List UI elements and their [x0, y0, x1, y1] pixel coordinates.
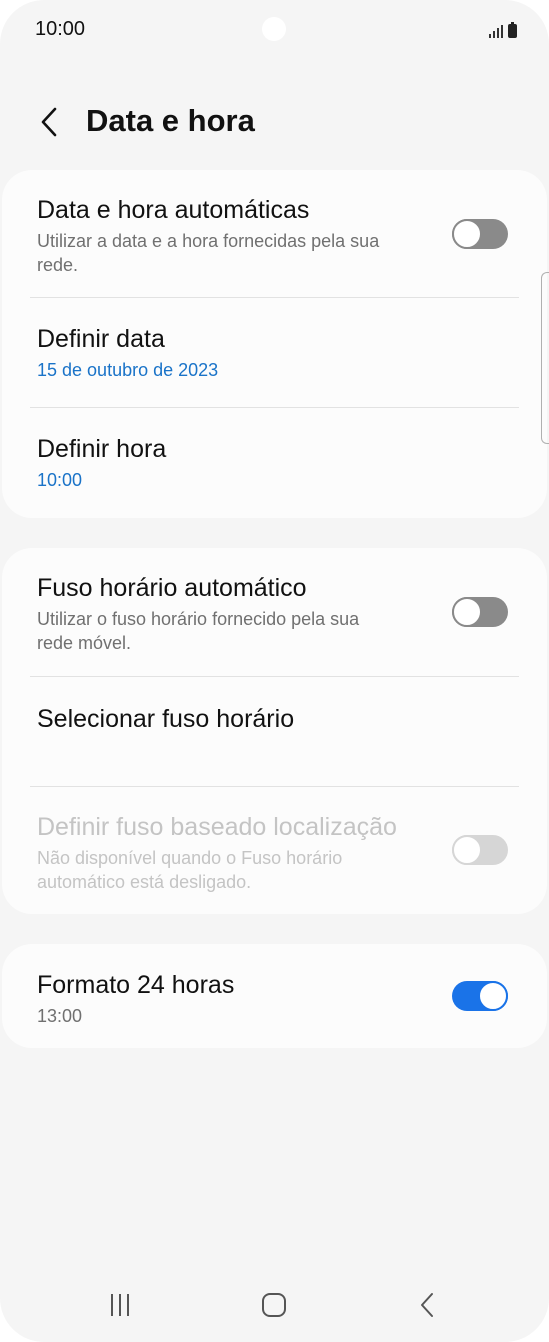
back-icon [421, 1293, 433, 1317]
navigation-bar [0, 1280, 549, 1330]
location-timezone-subtitle-line2: automático está desligado. [37, 872, 252, 892]
set-date-title: Definir data [37, 325, 165, 353]
camera-cutout [262, 17, 286, 41]
set-time-title: Definir hora [37, 435, 167, 463]
format-card: Formato 24 horas 13:00 [2, 944, 547, 1048]
toggle-knob [452, 597, 482, 627]
page-title: Data e hora [86, 103, 255, 138]
auto-timezone-subtitle-line2: rede móvel. [37, 633, 132, 653]
format-24h-toggle[interactable] [452, 981, 508, 1011]
auto-datetime-subtitle-line1: Utilizar a data e a hora fornecidas pela… [37, 231, 380, 251]
toggle-knob [452, 835, 482, 865]
select-timezone-title: Selecionar fuso horário [37, 705, 295, 733]
toggle-knob [452, 219, 482, 249]
recents-button[interactable] [90, 1280, 150, 1330]
home-button[interactable] [244, 1280, 304, 1330]
location-timezone-row: Definir fuso baseado localização Não dis… [2, 787, 547, 914]
set-time-row[interactable]: Definir hora 10:00 [2, 408, 547, 518]
location-timezone-subtitle-line1: Não disponível quando o Fuso horário [37, 848, 343, 868]
auto-datetime-title: Data e hora automáticas [37, 196, 310, 224]
status-time: 10:00 [35, 18, 86, 40]
status-icons [489, 20, 517, 38]
chevron-left-icon [41, 107, 57, 137]
location-timezone-toggle [452, 835, 508, 865]
auto-datetime-row[interactable]: Data e hora automáticas Utilizar a data … [2, 170, 547, 297]
set-date-value: 15 de outubro de 2023 [37, 360, 219, 380]
scroll-indicator[interactable] [541, 272, 549, 444]
location-timezone-subtitle: Não disponível quando o Fuso horário aut… [37, 846, 427, 894]
location-timezone-title: Definir fuso baseado localização [37, 813, 397, 841]
toggle-knob [478, 981, 508, 1011]
timezone-card: Fuso horário automático Utilizar o fuso … [2, 548, 547, 914]
back-button[interactable] [30, 100, 70, 144]
format-24h-title: Formato 24 horas [37, 971, 235, 999]
auto-timezone-subtitle: Utilizar o fuso horário fornecido pela s… [37, 607, 427, 655]
auto-timezone-title: Fuso horário automático [37, 574, 307, 602]
back-nav-button[interactable] [398, 1280, 458, 1330]
signal-icon [489, 24, 503, 38]
recents-icon [111, 1294, 129, 1316]
home-icon [262, 1293, 286, 1317]
set-date-row[interactable]: Definir data 15 de outubro de 2023 [2, 298, 547, 407]
set-time-value: 10:00 [37, 470, 83, 490]
select-timezone-row[interactable]: Selecionar fuso horário [2, 677, 547, 786]
auto-timezone-toggle[interactable] [452, 597, 508, 627]
format-24h-row[interactable]: Formato 24 horas 13:00 [2, 944, 547, 1048]
format-24h-value: 13:00 [37, 1006, 83, 1026]
datetime-card: Data e hora automáticas Utilizar a data … [2, 170, 547, 518]
auto-datetime-subtitle: Utilizar a data e a hora fornecidas pela… [37, 229, 427, 277]
battery-icon [508, 22, 517, 38]
auto-timezone-subtitle-line1: Utilizar o fuso horário fornecido pela s… [37, 609, 360, 629]
auto-datetime-subtitle-line2: rede. [37, 255, 79, 275]
phone-screen: 10:00 Data e hora Data e hora automática… [0, 0, 549, 1342]
auto-timezone-row[interactable]: Fuso horário automático Utilizar o fuso … [2, 548, 547, 676]
auto-datetime-toggle[interactable] [452, 219, 508, 249]
